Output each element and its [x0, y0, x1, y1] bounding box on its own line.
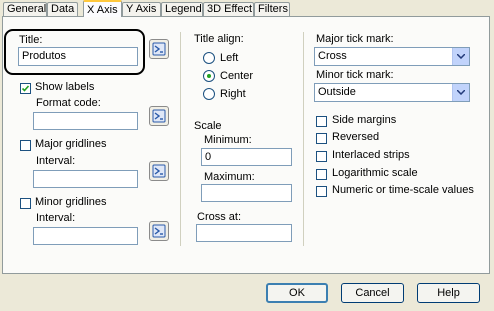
major-tick-label: Major tick mark:	[316, 33, 394, 45]
major-interval-expression-button[interactable]	[149, 161, 169, 181]
expression-builder-icon	[152, 109, 166, 123]
numeric-time-scale-checkbox[interactable]	[316, 186, 327, 197]
numeric-time-scale-label: Numeric or time-scale values	[332, 184, 474, 196]
logarithmic-scale-label: Logarithmic scale	[332, 167, 418, 179]
tab-legend[interactable]: Legend	[161, 2, 203, 16]
scale-minimum-label: Minimum:	[204, 134, 252, 146]
title-align-center-radio[interactable]	[203, 70, 215, 82]
format-code-expression-button[interactable]	[149, 106, 169, 126]
tab-x-axis[interactable]: X Axis	[83, 0, 122, 17]
tab-y-axis[interactable]: Y Axis	[122, 2, 161, 16]
column-separator	[180, 32, 181, 246]
scale-maximum-label: Maximum:	[204, 171, 255, 183]
title-input[interactable]: Produtos	[18, 47, 138, 66]
title-expression-button[interactable]	[149, 39, 169, 59]
major-tick-dropdown-button[interactable]	[452, 48, 469, 65]
side-margins-label: Side margins	[332, 114, 397, 126]
minor-gridlines-checkbox[interactable]	[20, 198, 31, 209]
tab-filters[interactable]: Filters	[254, 2, 290, 16]
title-align-right-label: Right	[220, 88, 246, 100]
minor-interval-expression-button[interactable]	[149, 221, 169, 241]
major-gridlines-label: Major gridlines	[35, 138, 107, 150]
reversed-checkbox[interactable]	[316, 133, 327, 144]
tab-3d-effect[interactable]: 3D Effect	[203, 2, 254, 16]
minor-interval-label: Interval:	[36, 212, 76, 224]
help-button[interactable]: Help	[417, 283, 480, 303]
chevron-down-icon	[457, 54, 465, 59]
interlaced-strips-checkbox[interactable]	[316, 151, 327, 162]
show-labels-checkbox[interactable]	[20, 83, 31, 94]
minor-tick-select[interactable]: Outside	[314, 83, 470, 102]
tab-bar: General Data X Axis Y Axis Legend 3D Eff…	[0, 0, 494, 17]
interlaced-strips-label: Interlaced strips	[332, 149, 410, 161]
cross-at-label: Cross at:	[197, 211, 242, 223]
radio-selected-dot	[207, 74, 211, 78]
major-gridlines-checkbox[interactable]	[20, 140, 31, 151]
cancel-button[interactable]: Cancel	[341, 283, 404, 303]
title-align-left-label: Left	[220, 52, 239, 64]
tab-data[interactable]: Data	[47, 2, 78, 16]
show-labels-label: Show labels	[35, 81, 95, 93]
major-tick-select[interactable]: Cross	[314, 47, 470, 66]
side-margins-checkbox[interactable]	[316, 116, 327, 127]
scale-maximum-input[interactable]	[201, 184, 292, 202]
logarithmic-scale-checkbox[interactable]	[316, 169, 327, 180]
major-interval-input[interactable]	[33, 170, 138, 188]
checkmark-icon	[21, 85, 30, 92]
title-align-label: Title align:	[194, 33, 244, 45]
title-align-left-radio[interactable]	[203, 52, 215, 64]
scale-label: Scale	[194, 120, 222, 132]
minor-interval-input[interactable]	[33, 227, 138, 245]
expression-builder-icon	[152, 224, 166, 238]
expression-builder-icon	[152, 164, 166, 178]
ok-button[interactable]: OK	[266, 283, 328, 303]
minor-tick-dropdown-button[interactable]	[452, 84, 469, 101]
title-align-center-label: Center	[220, 70, 254, 82]
format-code-input[interactable]	[33, 112, 138, 130]
reversed-label: Reversed	[332, 131, 380, 143]
title-align-right-radio[interactable]	[203, 88, 215, 100]
minor-gridlines-label: Minor gridlines	[35, 196, 107, 208]
column-separator	[303, 32, 304, 246]
chevron-down-icon	[457, 90, 465, 95]
tab-general[interactable]: General	[3, 2, 47, 16]
format-code-label: Format code:	[36, 97, 101, 109]
major-interval-label: Interval:	[36, 155, 76, 167]
scale-minimum-input[interactable]: 0	[201, 148, 292, 166]
cross-at-input[interactable]	[196, 224, 292, 242]
title-label: Title:	[19, 34, 43, 46]
minor-tick-value: Outside	[318, 86, 356, 98]
minor-tick-label: Minor tick mark:	[316, 69, 394, 81]
expression-builder-icon	[152, 42, 166, 56]
major-tick-value: Cross	[318, 50, 347, 62]
